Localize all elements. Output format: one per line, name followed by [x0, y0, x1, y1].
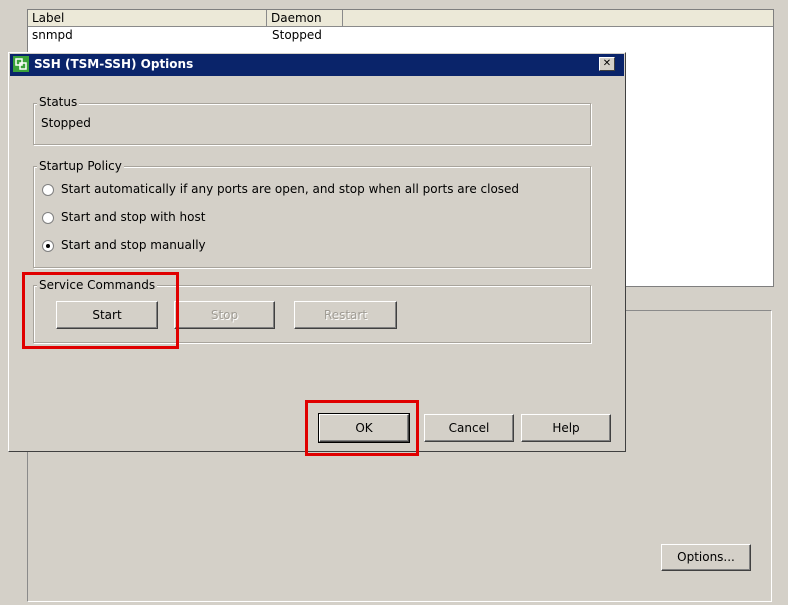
cancel-button[interactable]: Cancel — [424, 414, 514, 442]
vsphere-logo-icon — [13, 56, 29, 72]
column-header-daemon-text: Daemon — [271, 11, 322, 25]
ok-highlight-box — [305, 400, 419, 456]
stop-button[interactable]: Stop — [174, 301, 275, 329]
column-header-label-text: Label — [32, 11, 65, 25]
radio-start-automatically[interactable] — [42, 184, 54, 196]
radio-start-with-host-label[interactable]: Start and stop with host — [61, 210, 205, 224]
dialog-title: SSH (TSM-SSH) Options — [34, 57, 194, 71]
help-button[interactable]: Help — [521, 414, 611, 442]
column-header-daemon[interactable]: Daemon — [267, 10, 343, 27]
status-value: Stopped — [41, 116, 91, 130]
radio-start-automatically-label[interactable]: Start automatically if any ports are ope… — [61, 182, 519, 196]
close-button[interactable]: ✕ — [599, 57, 615, 71]
ssh-options-dialog: SSH (TSM-SSH) Options ✕ Status Stopped S… — [8, 52, 626, 452]
start-highlight-box — [22, 272, 179, 349]
startup-policy-group-label: Startup Policy — [37, 159, 124, 173]
status-group-label: Status — [37, 95, 80, 109]
column-header-filler — [343, 10, 773, 27]
radio-start-manually[interactable] — [42, 240, 54, 252]
column-header-label[interactable]: Label — [28, 10, 267, 27]
radio-start-manually-label[interactable]: Start and stop manually — [61, 238, 206, 252]
options-button[interactable]: Options... — [661, 544, 751, 571]
row-label-cell[interactable]: snmpd — [28, 28, 73, 42]
close-icon: ✕ — [602, 58, 612, 69]
restart-button[interactable]: Restart — [294, 301, 397, 329]
radio-start-with-host[interactable] — [42, 212, 54, 224]
status-group — [33, 103, 591, 145]
dialog-titlebar[interactable]: SSH (TSM-SSH) Options ✕ — [10, 54, 624, 76]
row-daemon-cell[interactable]: Stopped — [268, 28, 322, 42]
